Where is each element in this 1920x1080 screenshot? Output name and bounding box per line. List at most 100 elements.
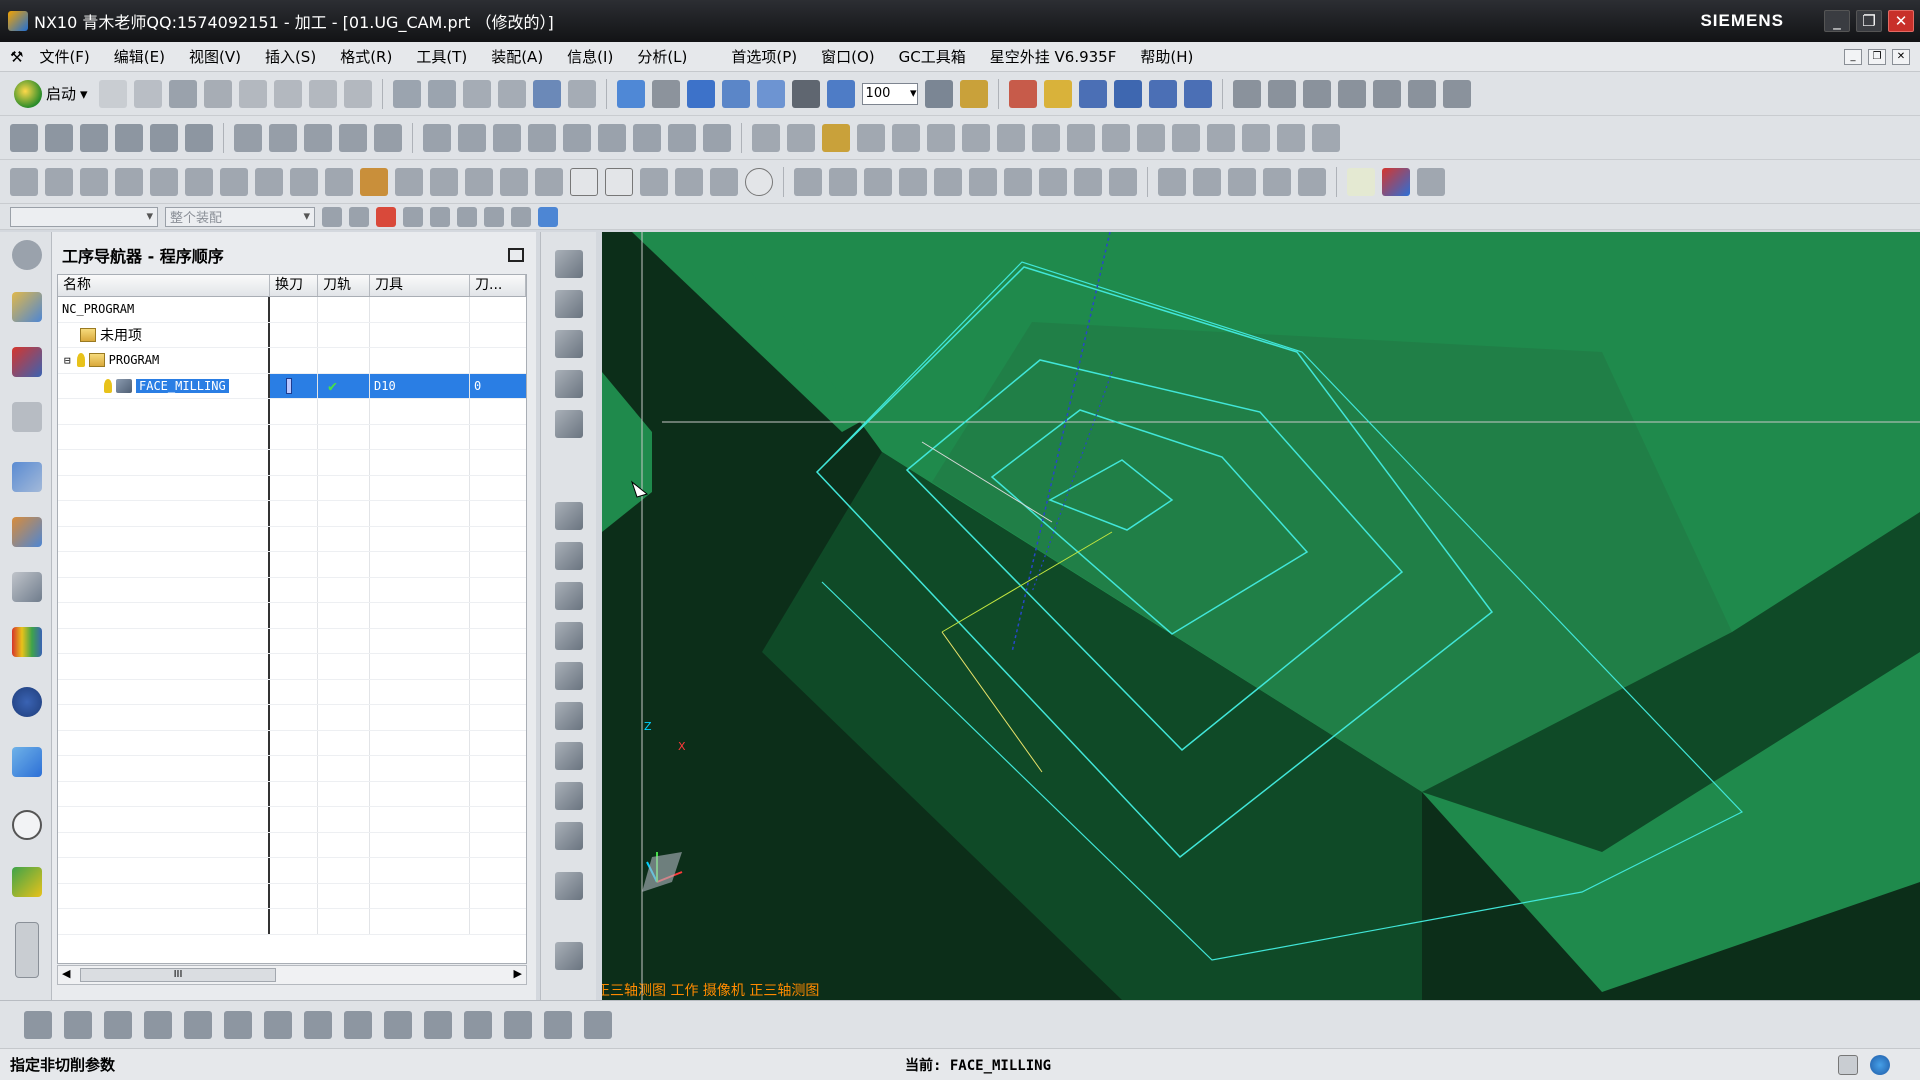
navigator-hscrollbar[interactable]: ◀ III ▶: [57, 965, 527, 985]
menu-analysis[interactable]: 分析(L): [625, 46, 699, 67]
machine-navigator-icon[interactable]: [12, 347, 42, 377]
vtool-16-icon[interactable]: [555, 942, 583, 970]
circle-icon[interactable]: [822, 123, 850, 152]
full-screen-icon[interactable]: [1838, 1054, 1858, 1075]
operation-navigator-icon[interactable]: [12, 292, 42, 322]
shape-1-icon[interactable]: [1158, 167, 1186, 196]
transform-icon[interactable]: [45, 167, 73, 196]
layer-settings-icon[interactable]: [924, 79, 953, 108]
zoom-percent-input[interactable]: 100 ▾: [861, 82, 918, 105]
align-icon[interactable]: [264, 1010, 292, 1039]
vtool-7-icon[interactable]: [555, 542, 583, 570]
doc-close-button[interactable]: ✕: [1892, 48, 1910, 65]
point-snap-icon[interactable]: [376, 206, 396, 227]
graphics-viewport[interactable]: Y Z X 正三轴测图 工作 摄像机 正三轴测图: [602, 232, 1920, 1000]
save-icon[interactable]: [168, 79, 197, 108]
snap-point-icon[interactable]: [1008, 79, 1037, 108]
maximize-button[interactable]: ❐: [1856, 10, 1882, 32]
join-icon[interactable]: [1242, 123, 1270, 152]
pocket-icon[interactable]: [290, 167, 318, 196]
op-tool-5-icon[interactable]: [563, 123, 591, 152]
tree-row-program[interactable]: ⊟ PROGRAM: [58, 348, 526, 374]
revolve-icon[interactable]: [185, 167, 213, 196]
col-path[interactable]: 刀轨: [318, 275, 370, 296]
chamfer-icon[interactable]: [1172, 123, 1200, 152]
mirror-icon[interactable]: [675, 167, 703, 196]
create-program-icon[interactable]: [10, 123, 38, 152]
polygon-icon[interactable]: [605, 167, 633, 196]
orient-view-icon[interactable]: [756, 79, 785, 108]
vtool-3-icon[interactable]: [555, 330, 583, 358]
op-tool-4-icon[interactable]: [528, 123, 556, 152]
feature-3-icon[interactable]: [1302, 79, 1331, 108]
extrude-icon[interactable]: [150, 167, 178, 196]
doc-restore-button[interactable]: ❐: [1868, 48, 1886, 65]
vtool-8-icon[interactable]: [555, 582, 583, 610]
render-style-icon[interactable]: [651, 79, 680, 108]
undo-icon[interactable]: [392, 79, 421, 108]
text-icon[interactable]: [962, 123, 990, 152]
weld-icon[interactable]: [504, 1010, 532, 1039]
sketch-icon[interactable]: [1148, 79, 1177, 108]
print-icon[interactable]: [203, 79, 232, 108]
shape-4-icon[interactable]: [1263, 167, 1291, 196]
feature-5-icon[interactable]: [1372, 79, 1401, 108]
op-tool-7-icon[interactable]: [633, 123, 661, 152]
line-icon[interactable]: [752, 123, 780, 152]
zoom-icon[interactable]: [567, 79, 596, 108]
collapse-icon[interactable]: ⊟: [64, 354, 71, 367]
view-triad-icon[interactable]: [584, 1010, 612, 1039]
sequence-icon[interactable]: [424, 1010, 452, 1039]
vtool-15-icon[interactable]: [555, 872, 583, 900]
play-icon[interactable]: [1078, 79, 1107, 108]
spline-icon[interactable]: [927, 123, 955, 152]
face-rule-icon[interactable]: [430, 206, 450, 227]
trim-icon[interactable]: [1067, 123, 1095, 152]
menu-format[interactable]: 格式(R): [328, 46, 404, 67]
hide-icon[interactable]: [64, 1010, 92, 1039]
clock-icon[interactable]: [12, 810, 42, 840]
verify-toolpath-icon[interactable]: [304, 123, 332, 152]
menu-insert[interactable]: 插入(S): [253, 46, 328, 67]
maximize-panel-icon[interactable]: [508, 248, 524, 262]
system-material-icon[interactable]: [12, 867, 42, 897]
thicken-icon[interactable]: [710, 167, 738, 196]
resource-scroll-icon[interactable]: [15, 922, 39, 978]
vtool-4-icon[interactable]: [555, 370, 583, 398]
shape-2-icon[interactable]: [1193, 167, 1221, 196]
ruler-icon[interactable]: [1183, 79, 1212, 108]
feature-7-icon[interactable]: [1442, 79, 1471, 108]
constraint-icon[interactable]: [224, 1010, 252, 1039]
op-tool-9-icon[interactable]: [703, 123, 731, 152]
op-tool-3-icon[interactable]: [493, 123, 521, 152]
copy-icon[interactable]: [273, 79, 302, 108]
create-geometry-icon[interactable]: [80, 123, 108, 152]
repeat-command-icon[interactable]: [462, 79, 491, 108]
menu-help[interactable]: 帮助(H): [1128, 46, 1205, 67]
menu-plugin[interactable]: 星空外挂 V6.935F: [978, 46, 1129, 67]
tree-row-face-milling[interactable]: FACE_MILLING ✔ D10 0: [58, 373, 526, 399]
vtool-5-icon[interactable]: [555, 410, 583, 438]
col-name[interactable]: 名称: [58, 275, 270, 296]
feature-4-icon[interactable]: [1337, 79, 1366, 108]
boss-icon[interactable]: [255, 167, 283, 196]
feature-2-icon[interactable]: [1267, 79, 1296, 108]
hole-icon[interactable]: [220, 167, 248, 196]
op-tool-1-icon[interactable]: [423, 123, 451, 152]
dimension-icon[interactable]: [1113, 79, 1142, 108]
vtool-2-icon[interactable]: [555, 290, 583, 318]
menu-assemblies[interactable]: 装配(A): [479, 46, 555, 67]
rectangle-icon[interactable]: [857, 123, 885, 152]
extend-icon[interactable]: [1102, 123, 1130, 152]
start-button[interactable]: 启动 ▾: [10, 79, 92, 108]
part-navigator-icon[interactable]: [12, 462, 42, 492]
delete-icon[interactable]: [343, 79, 372, 108]
menu-tools[interactable]: 工具(T): [404, 46, 479, 67]
machine-tool-view-icon[interactable]: [185, 123, 213, 152]
menu-preferences[interactable]: 首选项(P): [719, 46, 809, 67]
snap-icon[interactable]: [349, 206, 369, 227]
sphere-icon[interactable]: [511, 206, 531, 227]
history-icon[interactable]: [12, 747, 42, 777]
web-browser-icon[interactable]: [12, 687, 42, 717]
attribute-icon[interactable]: [794, 167, 822, 196]
